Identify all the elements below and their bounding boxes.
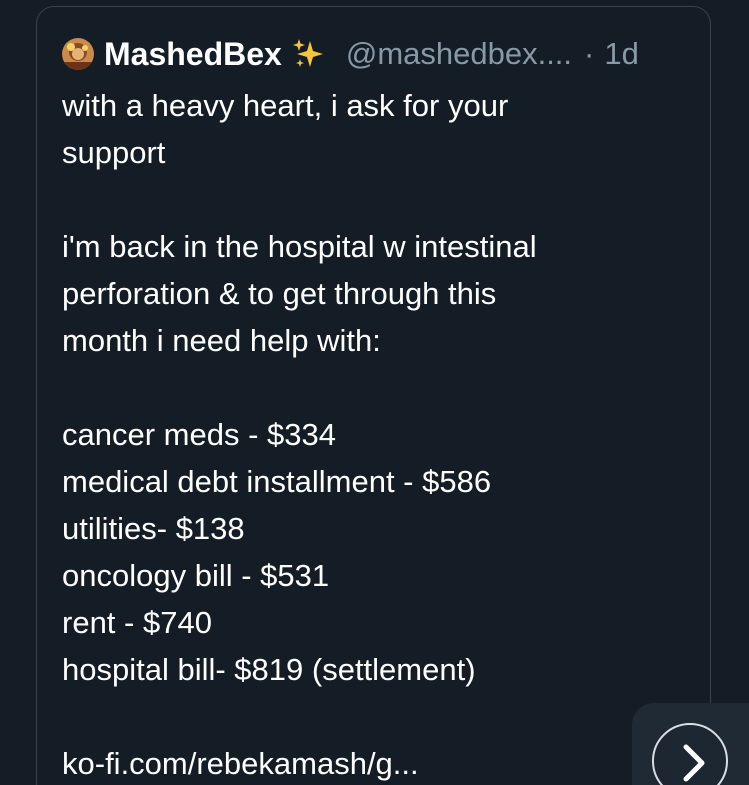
list-item: oncology bill - $531: [62, 558, 330, 593]
next-button[interactable]: [652, 723, 728, 785]
tweet-text-line: with a heavy heart, i ask for your: [62, 88, 509, 123]
tweet-link[interactable]: ko-fi.com/rebekamash/g...: [62, 740, 682, 785]
list-item: hospital bill- $819 (settlement): [62, 652, 476, 687]
list-item: medical debt installment - $586: [62, 464, 492, 499]
tweet-text-line: month i need help with:: [62, 323, 381, 358]
tweet-text-line: perforation & to get through this: [62, 276, 497, 311]
list-item: utilities- $138: [62, 511, 245, 546]
tweet-text-line: i'm back in the hospital w intestinal: [62, 229, 537, 264]
avatar[interactable]: [62, 38, 94, 70]
tweet-text-line: support: [62, 135, 166, 170]
timestamp[interactable]: 1d: [604, 36, 638, 72]
list-item: cancer meds - $334: [62, 417, 336, 452]
separator-dot: ·: [584, 36, 595, 71]
tweet-header: MashedBex @mashedbex.... · 1d: [62, 34, 639, 74]
sparkles-icon: [290, 35, 328, 73]
list-item: rent - $740: [62, 605, 212, 640]
handle[interactable]: @mashedbex....: [346, 36, 572, 72]
tweet-text: with a heavy heart, i ask for your suppo…: [62, 82, 682, 785]
display-name[interactable]: MashedBex: [104, 36, 282, 73]
chevron-right-icon: [683, 744, 705, 782]
